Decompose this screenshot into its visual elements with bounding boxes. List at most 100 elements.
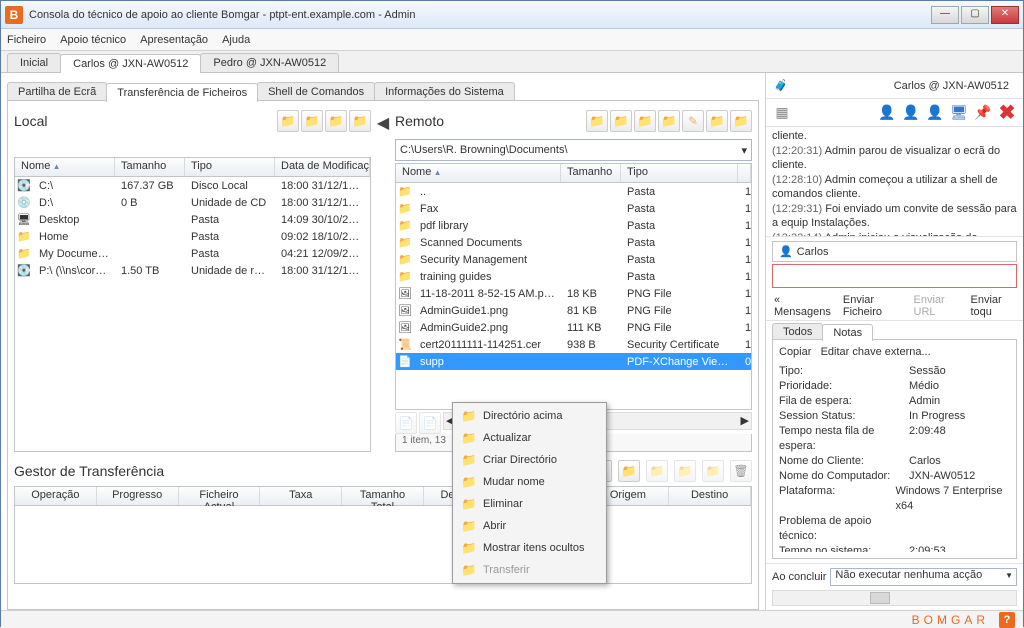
local-list[interactable]: 💽 C:\ 167.37 GB Disco Local 18:00 31/12/… xyxy=(14,177,371,452)
local-search-button[interactable]: 📁 xyxy=(349,110,371,132)
side-hscrollbar[interactable] xyxy=(772,590,1017,606)
system-icon[interactable]: 🖥 xyxy=(949,103,969,123)
local-col-nome[interactable]: Nome xyxy=(15,158,115,176)
remote-col-extra[interactable] xyxy=(738,164,751,182)
chat-user[interactable]: 👤 Carlos xyxy=(772,241,1017,262)
remote-tool-1[interactable]: 📁 xyxy=(586,110,608,132)
chat-input[interactable] xyxy=(772,264,1017,288)
local-row[interactable]: 💿 D:\ 0 B Unidade de CD 18:00 31/12/1969 xyxy=(15,194,370,211)
info-key: Nome do Computador: xyxy=(779,469,909,484)
tm-tool-2[interactable]: 📁 xyxy=(618,460,640,482)
refresh-icon: 📁 xyxy=(461,430,477,446)
local-new-folder-button[interactable]: 📁 xyxy=(325,110,347,132)
tab-inicial[interactable]: Inicial xyxy=(7,53,61,72)
local-col-tipo[interactable]: Tipo xyxy=(185,158,275,176)
tm-col[interactable]: Progresso xyxy=(97,487,179,505)
menu-ficheiro[interactable]: Ficheiro xyxy=(7,34,46,46)
user-add-icon[interactable]: 👤 xyxy=(877,103,897,123)
remote-list[interactable]: 📁 .. Pasta 1📁 Fax Pasta 1📁 pdf library P… xyxy=(395,183,752,410)
remote-row[interactable]: 🖼 AdminGuide1.png 81 KB PNG File 1 xyxy=(396,302,751,319)
subtab-transferencia-ficheiros[interactable]: Transferência de Ficheiros xyxy=(106,83,258,102)
on-close-label: Ao concluir xyxy=(772,571,826,583)
local-col-data[interactable]: Data de Modificação xyxy=(275,158,370,176)
local-row[interactable]: 📁 My Documents Pasta 04:21 12/09/2013 xyxy=(15,245,370,262)
close-session-icon[interactable]: ✖ xyxy=(997,103,1017,123)
remote-row[interactable]: 📁 pdf library Pasta 1 xyxy=(396,217,751,234)
remote-tool-5[interactable]: ✎ xyxy=(682,110,704,132)
subtab-info-sistema[interactable]: Informações do Sistema xyxy=(374,82,515,101)
file-icon: 🖼 xyxy=(396,321,414,334)
local-row[interactable]: 📁 Home Pasta 09:02 18/10/2013 xyxy=(15,228,370,245)
help-icon[interactable]: ? xyxy=(999,612,1015,628)
user-plus-icon[interactable]: 👤 xyxy=(901,103,921,123)
menu-apresentacao[interactable]: Apresentação xyxy=(140,34,208,46)
ctx-label: Criar Directório xyxy=(483,454,557,466)
ctx-mudar-nome[interactable]: 📁Mudar nome xyxy=(455,471,604,493)
remote-tool-7[interactable]: 📁 xyxy=(730,110,752,132)
local-row[interactable]: 🖥 Desktop Pasta 14:09 30/10/2013 xyxy=(15,211,370,228)
dropdown-icon[interactable]: ▾ xyxy=(741,144,747,157)
maximize-button[interactable]: ▢ xyxy=(961,6,989,24)
remote-col-tipo[interactable]: Tipo xyxy=(621,164,738,182)
remote-row[interactable]: 📁 .. Pasta 1 xyxy=(396,183,751,200)
tab-todos[interactable]: Todos xyxy=(772,323,823,340)
chat-action[interactable]: Enviar toqu xyxy=(971,294,1016,318)
remote-tool-3[interactable]: 📁 xyxy=(634,110,656,132)
remote-row[interactable]: 📁 Security Management Pasta 1 xyxy=(396,251,751,268)
chat-action[interactable]: Enviar Ficheiro xyxy=(843,294,902,318)
remote-row[interactable]: 📁 Scanned Documents Pasta 1 xyxy=(396,234,751,251)
menu-ajuda[interactable]: Ajuda xyxy=(222,34,250,46)
screen-icon[interactable]: ▦ xyxy=(772,103,792,123)
close-button[interactable]: ✕ xyxy=(991,6,1019,24)
briefcase-icon[interactable]: 🧳 xyxy=(774,79,788,92)
user-minus-icon[interactable]: 👤 xyxy=(925,103,945,123)
tm-col[interactable]: Ficheiro Actual xyxy=(179,487,261,505)
menu-apoio-tecnico[interactable]: Apoio técnico xyxy=(60,34,126,46)
edit-key-link[interactable]: Editar chave externa... xyxy=(821,346,931,358)
remote-row[interactable]: 📜 cert20111111-114251.cer 938 B Security… xyxy=(396,336,751,353)
ctx-eliminar[interactable]: 📁Eliminar xyxy=(455,493,604,515)
remote-tool-2[interactable]: 📁 xyxy=(610,110,632,132)
remote-title: Remoto xyxy=(395,113,444,129)
remote-row[interactable]: 🖼 11-18-2011 8-52-15 AM.png 18 KB PNG Fi… xyxy=(396,285,751,302)
subtab-partilha-ecra[interactable]: Partilha de Ecrã xyxy=(7,82,107,101)
ctx-criar-directório[interactable]: 📁Criar Directório xyxy=(455,449,604,471)
tm-col[interactable]: Tamanho Total xyxy=(342,487,424,505)
file-icon: 📁 xyxy=(396,185,414,198)
on-close-select[interactable]: Não executar nenhuma acção xyxy=(830,568,1017,586)
remote-col-nome[interactable]: Nome xyxy=(396,164,561,182)
local-row[interactable]: 💽 P:\ (\\ns\corp\P... 1.50 TB Unidade de… xyxy=(15,262,370,279)
remote-tool-6[interactable]: 📁 xyxy=(706,110,728,132)
remote-row[interactable]: 📁 training guides Pasta 1 xyxy=(396,268,751,285)
ctx-actualizar[interactable]: 📁Actualizar xyxy=(455,427,604,449)
remote-tool-4[interactable]: 📁 xyxy=(658,110,680,132)
tab-pedro[interactable]: Pedro @ JXN-AW0512 xyxy=(200,53,339,72)
tm-col[interactable]: Destino xyxy=(669,487,751,505)
transfer-manager-columns: OperaçãoProgressoFicheiro ActualTaxaTama… xyxy=(14,486,752,506)
local-refresh-button[interactable]: 📁 xyxy=(301,110,323,132)
pin-icon[interactable]: 📌 xyxy=(973,103,993,123)
minimize-button[interactable]: — xyxy=(931,6,959,24)
session-log[interactable]: cliente.(12:20:31) Admin parou de visual… xyxy=(766,127,1023,237)
ctx-directório-acima[interactable]: 📁Directório acima xyxy=(455,405,604,427)
remote-path-input[interactable]: C:\Users\R. Browning\Documents\ ▾ xyxy=(395,139,752,161)
remote-row[interactable]: 📁 Fax Pasta 1 xyxy=(396,200,751,217)
tab-notas[interactable]: Notas xyxy=(822,324,873,341)
local-row[interactable]: 💽 C:\ 167.37 GB Disco Local 18:00 31/12/… xyxy=(15,177,370,194)
tab-carlos[interactable]: Carlos @ JXN-AW0512 xyxy=(60,54,201,73)
chat-action[interactable]: « Mensagens xyxy=(774,294,831,318)
subtab-shell-comandos[interactable]: Shell de Comandos xyxy=(257,82,375,101)
tm-col[interactable]: Operação xyxy=(15,487,97,505)
cell-size: 81 KB xyxy=(561,305,621,317)
tm-col[interactable]: Taxa xyxy=(260,487,342,505)
ctx-mostrar-itens-ocultos[interactable]: 📁Mostrar itens ocultos xyxy=(455,537,604,559)
remote-col-tamanho[interactable]: Tamanho xyxy=(561,164,621,182)
remote-row[interactable]: 📄 supp PDF-XChange Viewer Document 0 xyxy=(396,353,751,370)
side-toolbar: ▦ 👤 👤 👤 🖥 📌 ✖ xyxy=(766,99,1023,127)
remote-row[interactable]: 🖼 AdminGuide2.png 111 KB PNG File 1 xyxy=(396,319,751,336)
ctx-abrir[interactable]: 📁Abrir xyxy=(455,515,604,537)
local-up-folder-button[interactable]: 📁 xyxy=(277,110,299,132)
local-col-tamanho[interactable]: Tamanho xyxy=(115,158,185,176)
info-value: 2:09:53 xyxy=(909,544,946,552)
copy-link[interactable]: Copiar xyxy=(779,346,811,358)
